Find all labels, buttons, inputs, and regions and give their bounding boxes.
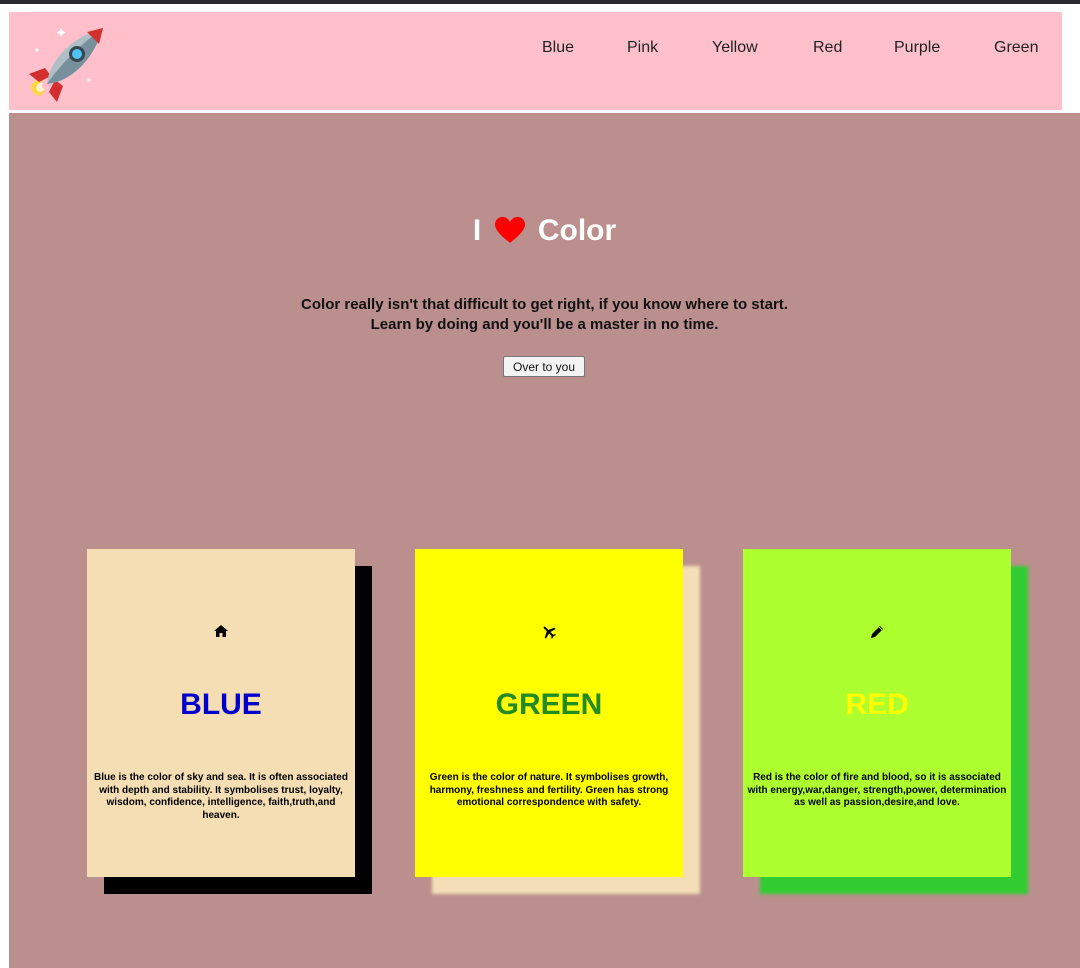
navbar: Blue Pink Yellow Red Purple Green xyxy=(9,12,1062,110)
card-green: GREEN Green is the color of nature. It s… xyxy=(415,549,683,877)
nav-link-purple[interactable]: Purple xyxy=(894,39,940,57)
nav-link-red[interactable]: Red xyxy=(813,39,842,57)
nav-links: Blue Pink Yellow Red Purple Green xyxy=(9,12,1062,110)
card-description: Blue is the color of sky and sea. It is … xyxy=(94,772,348,821)
card-description: Green is the color of nature. It symboli… xyxy=(429,772,669,808)
card-title: RED xyxy=(845,688,909,721)
card-title: GREEN xyxy=(495,688,603,721)
over-to-you-button[interactable]: Over to you xyxy=(503,356,585,377)
home-icon xyxy=(87,625,355,641)
hero-description: Color really isn't that difficult to get… xyxy=(9,295,1080,335)
nav-link-pink[interactable]: Pink xyxy=(627,39,658,57)
nav-link-blue[interactable]: Blue xyxy=(542,39,574,57)
nav-link-green[interactable]: Green xyxy=(994,39,1038,57)
hero-description-line-1: Color really isn't that difficult to get… xyxy=(301,296,788,313)
card-red: RED Red is the color of fire and blood, … xyxy=(743,549,1011,877)
card-title: BLUE xyxy=(180,688,262,721)
hero-title: I Color xyxy=(9,213,1080,249)
hero-description-line-2: Learn by doing and you'll be a master in… xyxy=(370,316,719,333)
main-section: I Color Color really isn't that difficul… xyxy=(9,113,1080,968)
airplane-icon xyxy=(415,625,683,641)
heart-icon xyxy=(494,217,525,243)
nav-link-yellow[interactable]: Yellow xyxy=(712,39,758,57)
hero-title-suffix: Color xyxy=(537,214,617,247)
pencil-icon xyxy=(743,625,1011,641)
card-description: Red is the color of fire and blood, so i… xyxy=(747,772,1007,808)
browser-top-bar xyxy=(0,0,1080,4)
card-blue: BLUE Blue is the color of sky and sea. I… xyxy=(87,549,355,877)
hero-title-prefix: I xyxy=(472,214,482,247)
